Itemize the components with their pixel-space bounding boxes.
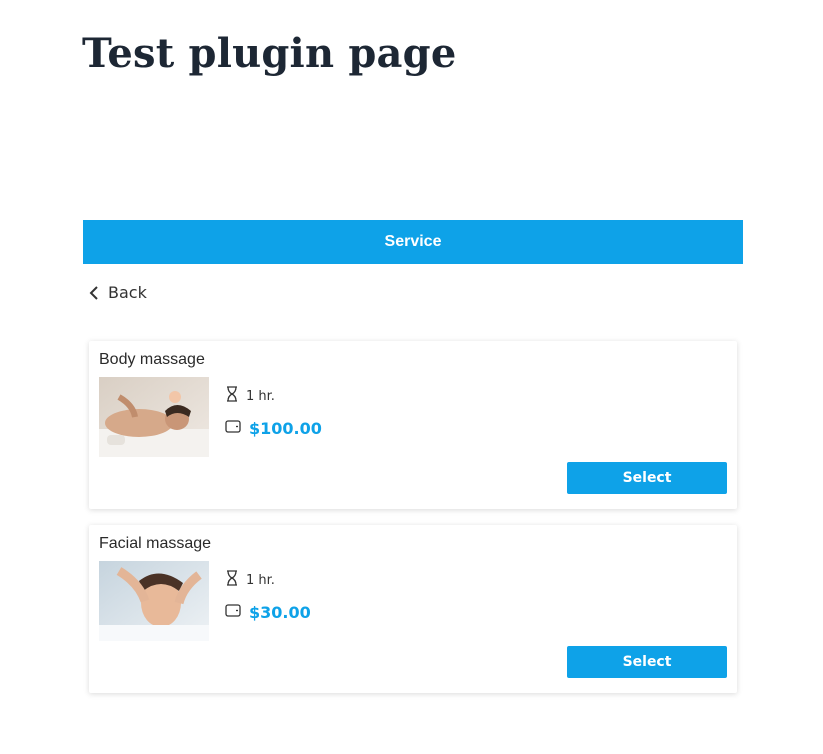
back-label: Back: [108, 283, 147, 302]
price-text: $100.00: [249, 419, 322, 438]
back-link[interactable]: Back: [88, 283, 147, 302]
service-header-label: Service: [384, 233, 442, 250]
select-button[interactable]: Select: [567, 646, 727, 678]
service-name: Body massage: [99, 351, 205, 368]
wallet-icon: [225, 603, 241, 622]
service-card-facial-massage: Facial massage 1 hr. $30.00 Select: [89, 525, 737, 693]
duration-text: 1 hr.: [246, 572, 275, 588]
page-title: Test plugin page: [82, 30, 457, 77]
price-text: $30.00: [249, 603, 311, 622]
service-thumbnail: [99, 561, 209, 641]
hourglass-icon: [226, 386, 238, 406]
service-duration: 1 hr.: [226, 386, 275, 406]
duration-text: 1 hr.: [246, 388, 275, 404]
chevron-left-icon: [88, 285, 100, 301]
wallet-icon: [225, 419, 241, 438]
select-button[interactable]: Select: [567, 462, 727, 494]
service-duration: 1 hr.: [226, 570, 275, 590]
service-header-bar: Service: [83, 220, 743, 264]
service-thumbnail: [99, 377, 209, 457]
service-price: $30.00: [225, 603, 311, 622]
service-card-body-massage: Body massage 1 hr. $100.00 Select: [89, 341, 737, 509]
service-name: Facial massage: [99, 535, 212, 552]
hourglass-icon: [226, 570, 238, 590]
service-price: $100.00: [225, 419, 322, 438]
